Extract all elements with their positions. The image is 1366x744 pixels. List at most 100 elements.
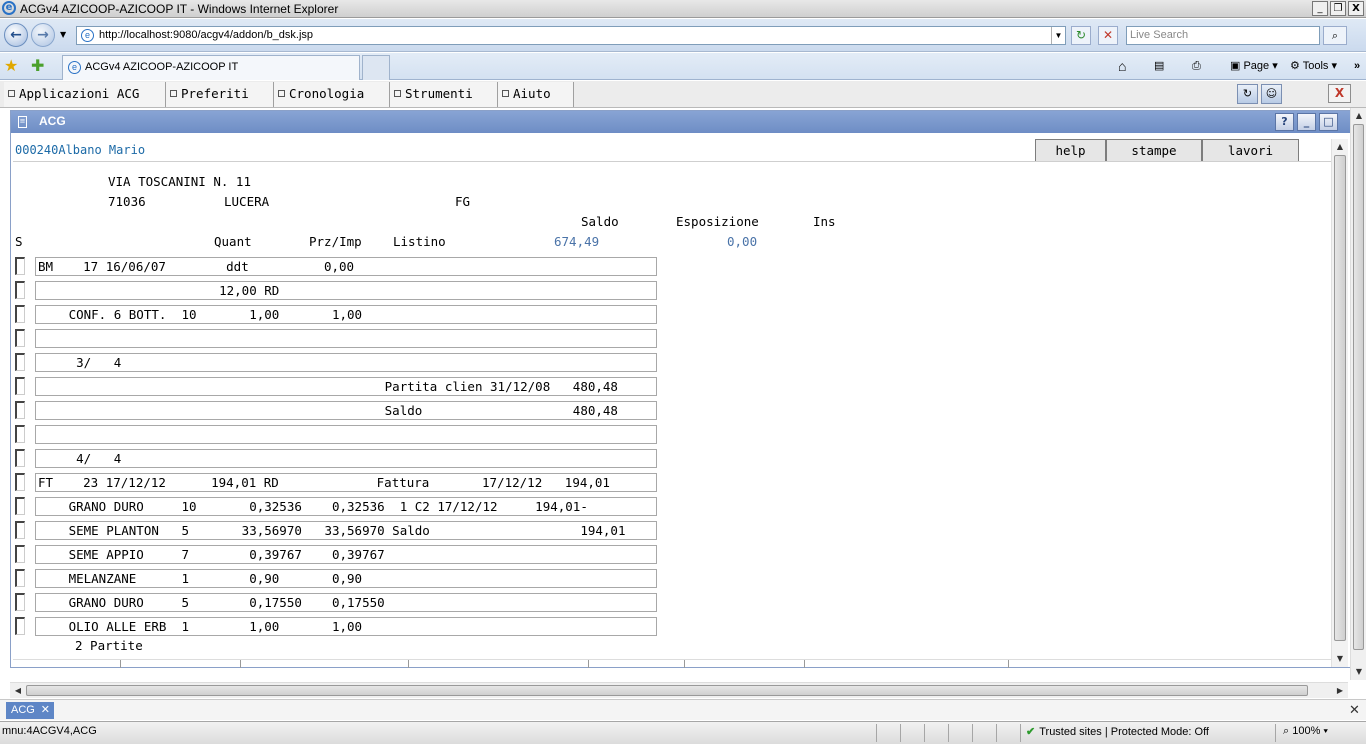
panel-minimize-button[interactable]: _ [1297, 113, 1316, 131]
customer-cap: 71036 [108, 194, 146, 209]
add-favorite-icon[interactable]: ✚ [31, 56, 44, 75]
panel-vertical-scrollbar[interactable]: ▲ ▼ [1331, 139, 1348, 667]
acg-panel: ≡ ACG ? _ □ 000240Albano Mario help stam… [10, 110, 1352, 668]
browser-scroll-thumb[interactable] [1353, 124, 1364, 650]
menu-applicazioni[interactable]: Applicazioni ACG [4, 82, 166, 107]
browser-tab-active[interactable]: e ACGv4 AZICOOP-AZICOOP IT [62, 55, 360, 80]
checkbox-icon [170, 90, 177, 97]
window-close-button[interactable]: X [1348, 1, 1364, 16]
row-select-checkbox[interactable] [15, 281, 25, 299]
menu-cronologia[interactable]: Cronologia [274, 82, 390, 107]
search-input[interactable]: Live Search [1126, 26, 1320, 45]
page-menu[interactable]: ▣ Page ▾ [1230, 58, 1278, 74]
scroll-left-icon[interactable]: ◀ [10, 683, 26, 698]
lavori-button[interactable]: lavori [1202, 139, 1299, 162]
forward-button[interactable]: → [31, 23, 55, 47]
ins-label: Ins [813, 214, 836, 229]
row-text: Saldo 480,48 [46, 403, 618, 418]
row-select-checkbox[interactable] [15, 329, 25, 347]
table-row[interactable] [35, 329, 657, 348]
table-row[interactable] [35, 425, 657, 444]
home-icon[interactable]: ⌂ [1118, 58, 1126, 74]
favorites-star-icon[interactable]: ★ [4, 56, 18, 75]
refresh-app-icon[interactable]: ↻ [1237, 84, 1258, 104]
zoom-level[interactable]: ⌕ 100% ▾ [1283, 725, 1328, 738]
stampe-button[interactable]: stampe [1106, 139, 1202, 162]
window-minimize-button[interactable]: _ [1312, 1, 1328, 16]
col-quant-header: Quant [214, 234, 252, 249]
row-select-checkbox[interactable] [15, 449, 25, 467]
row-select-checkbox[interactable] [15, 497, 25, 515]
browser-horizontal-scrollbar[interactable]: ◀ ▶ [10, 682, 1348, 698]
help-icon[interactable]: ? [1275, 113, 1294, 131]
search-button[interactable]: ⌕ [1323, 26, 1347, 45]
browser-scroll-down-icon[interactable]: ▼ [1351, 664, 1366, 679]
refresh-button[interactable]: ↻ [1071, 26, 1091, 45]
stop-button[interactable]: ✕ [1098, 26, 1118, 45]
scroll-right-icon[interactable]: ▶ [1332, 683, 1348, 698]
feeds-icon[interactable]: ▤ [1154, 58, 1164, 74]
table-row[interactable]: GRANO DURO 5 0,17550 0,17550 [35, 593, 657, 612]
acg-tab[interactable]: ACG ✕ [6, 702, 54, 719]
browser-scroll-up-icon[interactable]: ▲ [1351, 108, 1366, 123]
table-row[interactable]: 4/ 4 [35, 449, 657, 468]
row-select-checkbox[interactable] [15, 353, 25, 371]
row-select-checkbox[interactable] [15, 257, 25, 275]
user-icon[interactable]: ☺ [1261, 84, 1282, 104]
history-dropdown-icon[interactable]: ▼ [60, 30, 66, 39]
menu-preferiti[interactable]: Preferiti [166, 82, 274, 107]
row-select-checkbox[interactable] [15, 569, 25, 587]
scroll-up-icon[interactable]: ▲ [1332, 139, 1348, 154]
panel-maximize-button[interactable]: □ [1319, 113, 1338, 131]
browser-tab-label: ACGv4 AZICOOP-AZICOOP IT [85, 61, 239, 73]
row-text: GRANO DURO 10 0,32536 0,32536 1 C2 17/12… [46, 499, 588, 514]
browser-vertical-scrollbar[interactable]: ▲ ▼ [1350, 108, 1366, 680]
menu-aiuto[interactable]: Aiuto [498, 82, 574, 107]
scroll-down-icon[interactable]: ▼ [1332, 651, 1348, 666]
chevron-more-icon[interactable]: » [1354, 58, 1360, 74]
table-row[interactable]: SEME PLANTON 5 33,56970 33,56970 Saldo 1… [35, 521, 657, 540]
table-row[interactable]: 3/ 4 [35, 353, 657, 372]
scroll-thumb[interactable] [1334, 155, 1346, 641]
row-text: 12,00 RD [46, 283, 280, 298]
row-text: 4/ 4 [46, 451, 122, 466]
print-icon[interactable]: ⎙ [1192, 58, 1201, 74]
strip-close-icon[interactable]: ✕ [1349, 703, 1360, 718]
table-row[interactable]: FT 23 17/12/12 194,01 RD Fattura 17/12/1… [35, 473, 657, 492]
panel-menu-icon[interactable]: ≡ [18, 116, 27, 128]
table-row[interactable]: Saldo 480,48 [35, 401, 657, 420]
app-close-button[interactable]: X [1328, 84, 1351, 103]
row-select-checkbox[interactable] [15, 545, 25, 563]
table-row[interactable]: MELANZANE 1 0,90 0,90 [35, 569, 657, 588]
acg-tab-close-icon[interactable]: ✕ [41, 702, 50, 719]
row-select-checkbox[interactable] [15, 401, 25, 419]
row-select-checkbox[interactable] [15, 617, 25, 635]
back-button[interactable]: ← [4, 23, 28, 47]
address-dropdown-icon[interactable]: ▼ [1051, 27, 1065, 44]
new-tab-button[interactable] [362, 55, 390, 80]
table-row[interactable]: OLIO ALLE ERB 1 1,00 1,00 [35, 617, 657, 636]
row-select-checkbox[interactable] [15, 521, 25, 539]
window-maximize-button[interactable]: ❐ [1330, 1, 1346, 16]
row-select-checkbox[interactable] [15, 425, 25, 443]
row-select-checkbox[interactable] [15, 305, 25, 323]
menu-strumenti[interactable]: Strumenti [390, 82, 498, 107]
table-row[interactable]: BM 17 16/06/07 ddt 0,00 [35, 257, 657, 276]
tools-menu[interactable]: ⚙ Tools ▾ [1290, 58, 1337, 74]
row-select-checkbox[interactable] [15, 473, 25, 491]
customer-code-name: 000240Albano Mario [15, 143, 146, 157]
table-row[interactable]: CONF. 6 BOTT. 10 1,00 1,00 [35, 305, 657, 324]
row-select-checkbox[interactable] [15, 593, 25, 611]
browser-hscroll-thumb[interactable] [26, 685, 1308, 696]
row-select-checkbox[interactable] [15, 377, 25, 395]
security-zone[interactable]: ✔ Trusted sites | Protected Mode: Off [1026, 725, 1209, 738]
table-row[interactable]: SEME APPIO 7 0,39767 0,39767 [35, 545, 657, 564]
table-row[interactable]: 12,00 RD [35, 281, 657, 300]
table-row[interactable]: Partita clien 31/12/08 480,48 [35, 377, 657, 396]
help-button[interactable]: help [1035, 139, 1106, 162]
col-prz-imp-header: Prz/Imp [309, 234, 362, 249]
col-listino-header: Listino [393, 234, 446, 249]
table-row[interactable]: GRANO DURO 10 0,32536 0,32536 1 C2 17/12… [35, 497, 657, 516]
row-text: SEME APPIO 7 0,39767 0,39767 [46, 547, 385, 562]
address-bar[interactable]: e http://localhost:9080/acgv4/addon/b_ds… [76, 26, 1066, 45]
